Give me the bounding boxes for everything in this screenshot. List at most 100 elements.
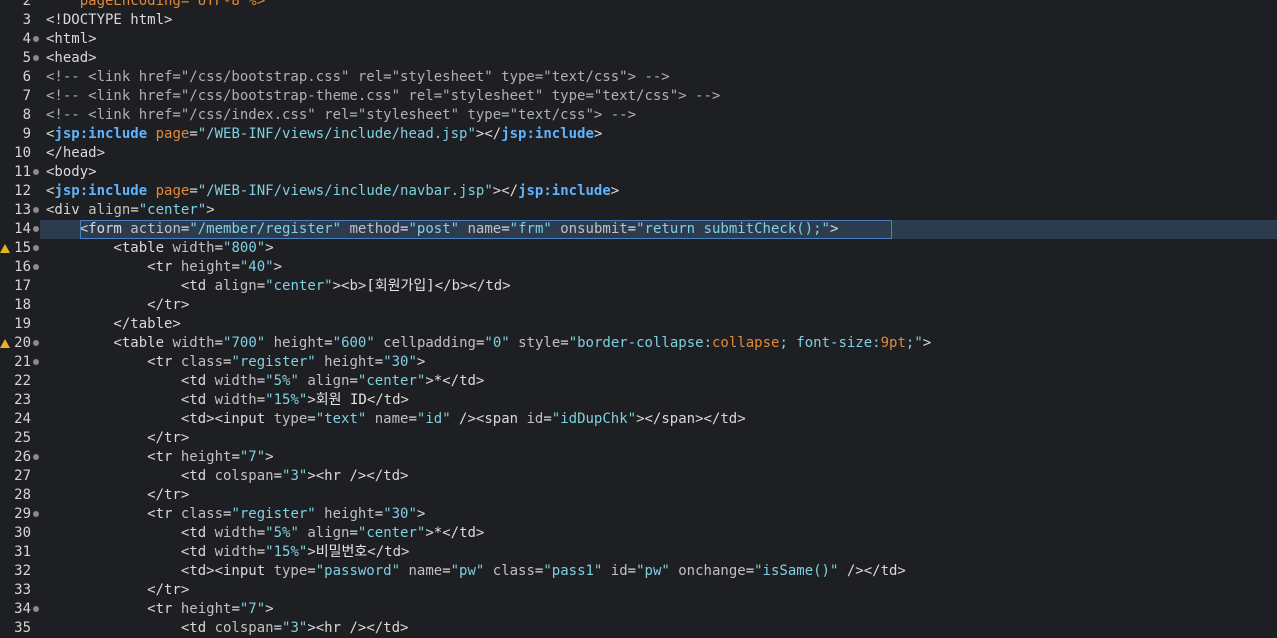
fold-toggle-icon[interactable] — [33, 36, 39, 42]
code-token: <td — [46, 373, 215, 389]
code-line[interactable]: 25 </tr> — [0, 429, 1277, 448]
code-line[interactable]: 9 <jsp:include page="/WEB-INF/views/inclu… — [0, 125, 1277, 144]
code-line[interactable]: 15 <table width="800"> — [0, 239, 1277, 258]
code-line[interactable]: 14 <form action="/member/register" metho… — [0, 220, 1277, 239]
line-number: 2 — [22, 0, 31, 9]
fold-toggle-icon[interactable] — [33, 226, 39, 232]
code-token: width — [172, 335, 215, 351]
line-number: 19 — [14, 316, 31, 332]
code-token: ></span></td> — [636, 411, 746, 427]
code-token: width — [172, 240, 215, 256]
line-gutter: 19 — [0, 315, 40, 334]
code-line[interactable]: 16 <tr height="40"> — [0, 258, 1277, 277]
fold-toggle-icon[interactable] — [33, 207, 39, 213]
fold-toggle-icon[interactable] — [33, 340, 39, 346]
code-line[interactable]: 29 <tr class="register" height="30"> — [0, 505, 1277, 524]
code-line[interactable]: 3 <!DOCTYPE html> — [0, 11, 1277, 30]
line-number: 16 — [14, 259, 31, 275]
code-line[interactable]: 18 </tr> — [0, 296, 1277, 315]
code-token: ><b> — [332, 278, 367, 294]
code-token: </tr> — [46, 297, 190, 313]
code-token: <td><input — [46, 563, 274, 579]
code-token: "center" — [138, 202, 207, 218]
code-token: width — [214, 392, 257, 408]
code-line[interactable]: 5 <head> — [0, 49, 1277, 68]
code-line[interactable]: 31 <td width="15%">비밀번호</td> — [0, 543, 1277, 562]
line-number: 33 — [14, 582, 31, 598]
code-line[interactable]: 26 <tr height="7"> — [0, 448, 1277, 467]
code-token: 비밀번호 — [315, 544, 368, 560]
line-gutter: 24 — [0, 410, 40, 429]
code-text: </tr> — [46, 486, 189, 505]
line-gutter: 18 — [0, 296, 40, 315]
code-token: /></td> — [838, 563, 906, 579]
line-gutter: 13 — [0, 201, 40, 220]
code-text: pageEncoding="UTF-8"%> — [46, 0, 265, 11]
fold-toggle-icon[interactable] — [33, 169, 39, 175]
code-line[interactable]: 19 </table> — [0, 315, 1277, 334]
code-line[interactable]: 20 <table width="700" height="600" cellp… — [0, 334, 1277, 353]
fold-toggle-icon[interactable] — [33, 359, 39, 365]
code-token: <html> — [46, 31, 97, 47]
code-token: </b></td> — [434, 278, 511, 294]
fold-toggle-icon[interactable] — [33, 511, 39, 517]
code-line[interactable]: 23 <td width="15%">회원 ID</td> — [0, 391, 1277, 410]
code-token: width — [214, 544, 257, 560]
code-token: align — [214, 278, 257, 294]
line-number: 7 — [22, 88, 31, 104]
code-token: </td> — [367, 544, 410, 560]
line-gutter: 15 — [0, 239, 40, 258]
code-line[interactable]: 7 <!-- <link href="/css/bootstrap-theme.c… — [0, 87, 1277, 106]
line-gutter: 2 — [0, 0, 40, 11]
code-text: <table width="800"> — [46, 239, 273, 258]
code-line[interactable]: 27 <td colspan="3"><hr /></td> — [0, 467, 1277, 486]
line-gutter: 28 — [0, 486, 40, 505]
fold-toggle-icon[interactable] — [33, 264, 39, 270]
code-text: <td width="15%">비밀번호</td> — [46, 543, 410, 562]
code-editor[interactable]: 2 pageEncoding="UTF-8"%> 3 <!DOCTYPE html>… — [0, 0, 1277, 638]
code-token: /><span — [450, 411, 527, 427]
line-number: 22 — [14, 373, 31, 389]
line-gutter: 10 — [0, 144, 40, 163]
code-line[interactable]: 24 <td><input type="text" name="id" /><s… — [0, 410, 1277, 429]
code-token: align — [88, 202, 131, 218]
code-line[interactable]: 17 <td align="center"><b>[회원가입]</b></td> — [0, 277, 1277, 296]
line-gutter: 12 — [0, 182, 40, 201]
line-number: 35 — [14, 620, 31, 636]
code-token: = — [307, 563, 316, 579]
code-text: <!-- <link href="/css/index.css" rel="st… — [46, 106, 636, 125]
fold-toggle-icon[interactable] — [33, 606, 39, 612]
line-number: 31 — [14, 544, 31, 560]
code-line[interactable]: 6 <!-- <link href="/css/bootstrap.css" re… — [0, 68, 1277, 87]
code-line[interactable]: 35 <td colspan="3"><hr /></td> — [0, 619, 1277, 638]
code-line[interactable]: 30 <td width="5%" align="center">*</td> — [0, 524, 1277, 543]
code-line[interactable]: 10 </head> — [0, 144, 1277, 163]
warning-icon[interactable] — [0, 339, 10, 348]
code-line[interactable]: 21 <tr class="register" height="30"> — [0, 353, 1277, 372]
code-line[interactable]: 12 <jsp:include page="/WEB-INF/views/incl… — [0, 182, 1277, 201]
code-line[interactable]: 22 <td width="5%" align="center">*</td> — [0, 372, 1277, 391]
line-gutter: 31 — [0, 543, 40, 562]
code-line[interactable]: 2 pageEncoding="UTF-8"%> — [0, 0, 1277, 11]
code-line[interactable]: 28 </tr> — [0, 486, 1277, 505]
code-token: "pass1" — [543, 563, 603, 579]
code-line[interactable]: 4 <html> — [0, 30, 1277, 49]
code-token: colspan — [214, 468, 274, 484]
code-line[interactable]: 32 <td><input type="password" name="pw" … — [0, 562, 1277, 581]
code-token: <!-- <link href="/css/bootstrap.css" rel… — [46, 69, 670, 85]
fold-toggle-icon[interactable] — [33, 55, 39, 61]
code-line[interactable]: 13 <div align="center"> — [0, 201, 1277, 220]
code-line[interactable]: 34 <tr height="7"> — [0, 600, 1277, 619]
code-line[interactable]: 8 <!-- <link href="/css/index.css" rel="s… — [0, 106, 1277, 125]
fold-toggle-icon[interactable] — [33, 454, 39, 460]
code-token: = — [231, 449, 240, 465]
code-token: <body> — [46, 164, 97, 180]
code-token: collapse — [712, 335, 780, 351]
fold-toggle-icon[interactable] — [33, 245, 39, 251]
warning-icon[interactable] — [0, 244, 10, 253]
code-line[interactable]: 33 </tr> — [0, 581, 1277, 600]
line-number: 4 — [22, 31, 31, 47]
code-line[interactable]: 11 <body> — [0, 163, 1277, 182]
code-token: "register" — [231, 354, 316, 370]
line-number: 20 — [14, 335, 31, 351]
